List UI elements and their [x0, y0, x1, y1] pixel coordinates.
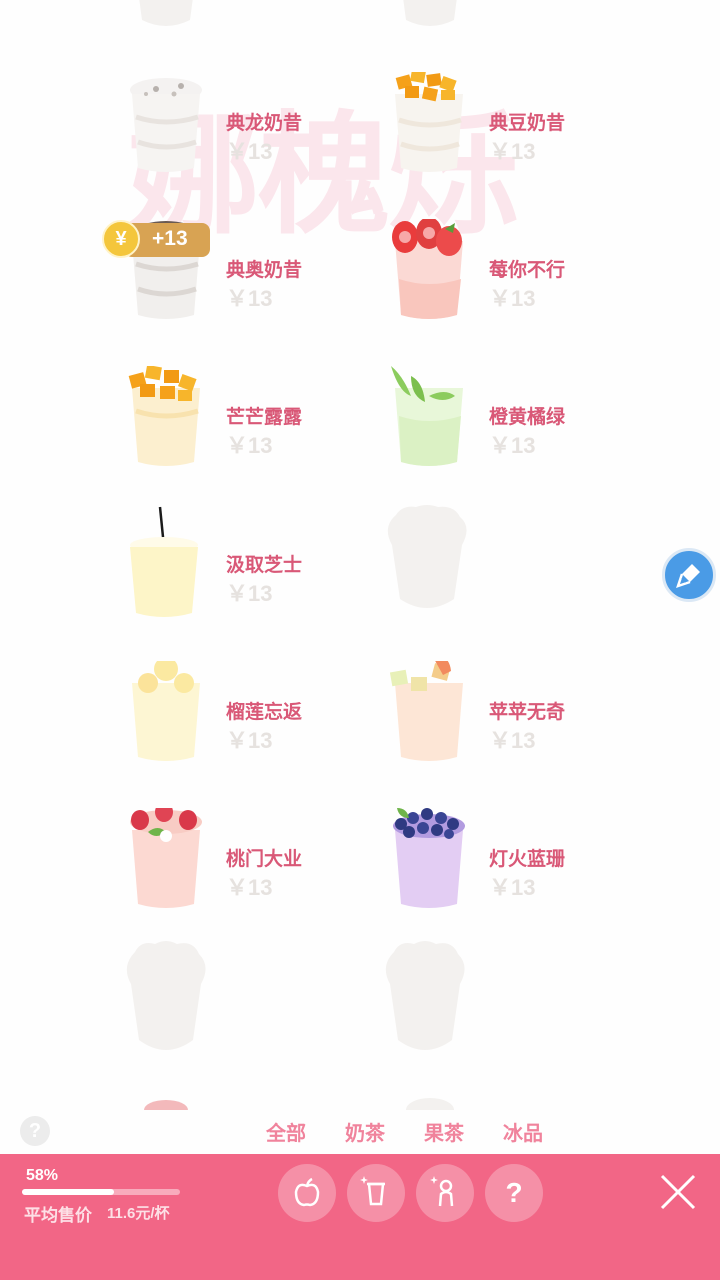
cup-silhouette-top-left [139, 0, 193, 26]
drink-name: 桃门大业 [226, 849, 303, 870]
drink-price: ￥13 [226, 286, 273, 311]
cup-sparkle-icon [360, 1176, 385, 1206]
drink-name: 典龙奶昔 [226, 113, 303, 134]
fruit-button[interactable] [278, 1164, 336, 1222]
drink-price: ￥13 [226, 139, 273, 164]
locked-drink-silhouette [126, 941, 206, 1050]
progress-percent: 58% [26, 1167, 59, 1184]
coin-icon: ¥ [102, 220, 140, 258]
drink-card[interactable]: 榴莲忘返 ￥13 [126, 661, 406, 801]
bottom-toolbar: 58% 平均售价 11.6元/杯 ? [0, 1154, 720, 1280]
drink-name: 榴莲忘返 [226, 702, 303, 723]
drink-card[interactable]: 典龙奶昔 ￥13 [126, 72, 406, 212]
green-tea-cup [391, 366, 463, 466]
tab-fruit-tea[interactable]: 果茶 [424, 1117, 464, 1146]
drink-name: 典奥奶昔 [226, 260, 303, 281]
blueberry-tea-cup [393, 808, 465, 908]
drink-card[interactable]: 橙黄橘绿 ￥13 [389, 366, 669, 506]
drink-card[interactable]: 芒芒露露 ￥13 [126, 366, 406, 506]
drink-menu-grid: 典龙奶昔 ￥13 典豆奶昔 ￥13 典奥奶昔 ￥13 莓你不行 ￥13 芒芒露露… [0, 0, 720, 1110]
cup-button[interactable] [347, 1164, 405, 1222]
cheese-drink-cup [130, 506, 198, 617]
drink-card[interactable]: 桃门大业 ￥13 [126, 808, 406, 948]
apple-tea-cup [389, 661, 463, 761]
locked-drink-silhouette [385, 941, 465, 1050]
close-icon[interactable] [656, 1170, 700, 1214]
drink-price: ￥13 [226, 433, 273, 458]
progress-bar [22, 1189, 180, 1195]
broom-icon [676, 564, 700, 588]
drink-price: ￥13 [226, 875, 273, 900]
drink-name: 灯火蓝珊 [489, 849, 566, 870]
progress-fill [22, 1189, 114, 1195]
tab-all[interactable]: 全部 [266, 1117, 306, 1146]
mango-milkshake-cup [395, 72, 463, 172]
avg-price-label: 平均售价 [24, 1206, 92, 1225]
clean-button[interactable] [662, 548, 716, 602]
mango-tea-cup [128, 366, 200, 466]
cup-top-partial [144, 1100, 188, 1110]
cup-top-partial [406, 1098, 454, 1110]
drink-card[interactable]: 典豆奶昔 ￥13 [389, 72, 669, 212]
drink-card[interactable]: 汲取芝士 ￥13 [126, 506, 406, 654]
drink-name: 橙黄橘绿 [489, 407, 566, 428]
drink-name: 汲取芝士 [226, 555, 303, 576]
drink-name: 莓你不行 [489, 260, 566, 281]
help-button[interactable]: ? [485, 1164, 543, 1222]
avg-price-value: 11.6元/杯 [107, 1205, 170, 1222]
apple-icon [294, 1177, 320, 1207]
peach-tea-cup [130, 808, 202, 908]
drink-name: 典豆奶昔 [489, 113, 566, 134]
drink-card[interactable]: 苹苹无奇 ￥13 [389, 661, 669, 801]
drink-name: 苹苹无奇 [489, 702, 566, 723]
drink-price: ￥13 [489, 728, 536, 753]
drink-price: ￥13 [226, 581, 273, 606]
strawberry-tea-cup [392, 219, 463, 319]
drink-price: ￥13 [226, 728, 273, 753]
locked-drink-silhouette [387, 505, 467, 608]
drink-price: ￥13 [489, 875, 536, 900]
coin-amount: +13 [152, 227, 188, 250]
drink-price: ￥13 [489, 286, 536, 311]
tab-ice[interactable]: 冰品 [503, 1117, 543, 1146]
drink-card[interactable]: 灯火蓝珊 ￥13 [389, 808, 669, 948]
oreo-milkshake-cup [130, 78, 202, 172]
drink-price: ￥13 [489, 139, 536, 164]
drink-card[interactable]: 莓你不行 ￥13 [389, 219, 669, 359]
coin-earned-popup: ¥ +13 [102, 220, 210, 260]
drink-name: 芒芒露露 [226, 407, 303, 428]
person-sparkle-icon [430, 1176, 454, 1207]
staff-button[interactable] [416, 1164, 474, 1222]
drink-price: ￥13 [489, 433, 536, 458]
help-icon-small[interactable]: ? [20, 1116, 50, 1146]
tab-milk-tea[interactable]: 奶茶 [345, 1117, 385, 1146]
cup-silhouette-top-right [403, 0, 457, 26]
durian-drink-cup [132, 661, 200, 761]
